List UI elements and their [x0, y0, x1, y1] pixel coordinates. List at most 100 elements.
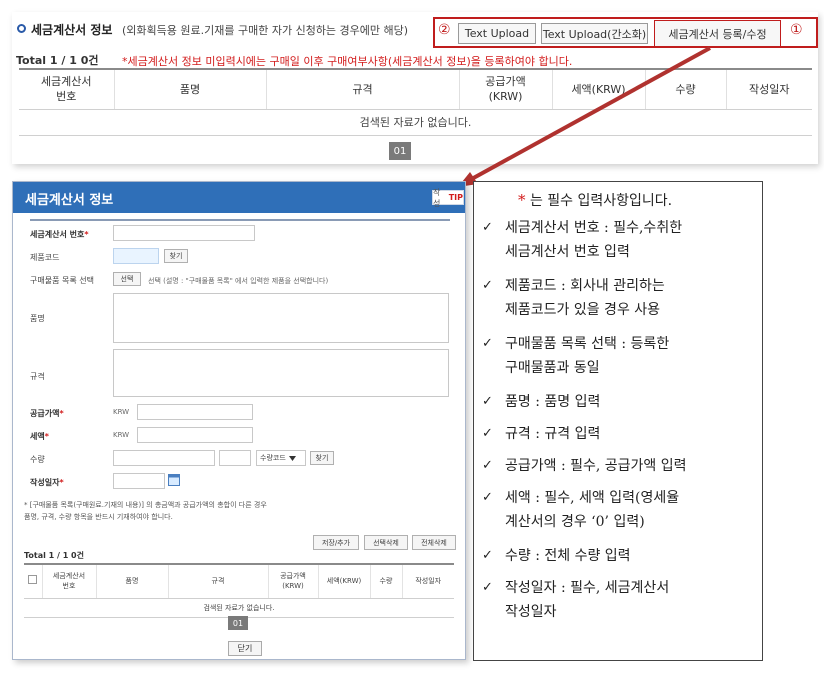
text-upload-simple-button[interactable]: Text Upload(간소화)	[541, 23, 648, 44]
field-description-box: * 는 필수 입력사항입니다. ✓ 세금계산서 번호 : 필수,수취한 세금계산…	[473, 181, 763, 661]
check-icon: ✓	[482, 490, 493, 505]
description-item: ✓ 수량 : 전체 수량 입력	[482, 544, 758, 568]
label-supply-amount: 공급가액*	[30, 408, 64, 419]
col-header-tax-amount: 세액(KRW)	[318, 563, 371, 599]
label-write-date: 작성일자*	[30, 477, 64, 488]
description-item: ✓ 규격 : 규격 입력	[482, 422, 758, 446]
description-line: 수량 : 전체 수량 입력	[505, 548, 631, 564]
col-header-write-date: 작성일자	[726, 68, 812, 110]
item-name-textarea[interactable]	[113, 293, 449, 343]
circle-bullet-icon	[17, 24, 26, 33]
description-item: ✓ 공급가액 : 필수, 공급가액 입력	[482, 454, 758, 478]
col-header-invoice-no: 세금계산서 번호	[42, 563, 97, 599]
calendar-icon[interactable]	[168, 473, 180, 486]
required-star: *	[84, 230, 89, 239]
help-tip-button[interactable]: 작성 TIP	[432, 188, 464, 208]
form-divider	[30, 219, 450, 221]
description-line: 규격 : 규격 입력	[505, 426, 601, 442]
delete-selected-button[interactable]: 선택삭제	[364, 535, 408, 550]
tax-invoice-list-panel: 세금계산서 정보 (외화획득용 원료.기재를 구매한 자가 신청하는 경우에만 …	[12, 12, 818, 164]
check-icon: ✓	[482, 548, 493, 563]
register-edit-button[interactable]: 세금계산서 등록/수정	[654, 20, 781, 47]
save-add-button[interactable]: 저장/추가	[313, 535, 359, 550]
quantity-sub-input[interactable]	[219, 450, 251, 466]
col-header-write-date: 작성일자	[402, 563, 454, 599]
label-quantity: 수량	[30, 455, 45, 464]
label-product-code: 제품코드	[30, 253, 60, 262]
dialog-page-number-button[interactable]: 01	[228, 616, 248, 630]
check-icon: ✓	[482, 580, 493, 595]
select-description: 선택 (설명 : "구매물품 목록" 에서 입력한 제품을 선택합니다)	[148, 277, 329, 285]
description-line: 작성일자 : 필수, 세금계산서	[505, 580, 670, 596]
label-purchase-select: 구매물품 목록 선택	[30, 276, 94, 285]
description-item: ✓ 세금계산서 번호 : 필수,수취한 세금계산서 번호 입력	[482, 216, 758, 264]
tax-currency: KRW	[113, 431, 130, 439]
supply-amount-input[interactable]	[137, 404, 253, 420]
description-line: 제품코드 : 회사내 관리하는	[505, 278, 665, 294]
empty-message: 검색된 자료가 없습니다.	[24, 598, 454, 618]
required-star: *	[59, 409, 64, 418]
table-row: 검색된 자료가 없습니다.	[19, 109, 812, 136]
invoice-no-input[interactable]	[113, 225, 255, 241]
select-purchase-button[interactable]: 선택	[113, 272, 141, 286]
total-count: Total 1 / 1 0건	[16, 54, 99, 67]
text-upload-button[interactable]: Text Upload	[458, 23, 536, 44]
delete-all-button[interactable]: 전체삭제	[412, 535, 456, 550]
quantity-unit-select[interactable]: 수량코드	[256, 450, 306, 466]
section-title: 세금계산서 정보	[31, 23, 113, 37]
description-item: ✓ 품명 : 품명 입력	[482, 390, 758, 414]
form-note-line-1: * [구매물품 목록(구매원료.기재의 내용)] 의 총금액과 공급가액의 총합…	[24, 501, 267, 509]
col-header-tax-amount: 세액(KRW)	[552, 68, 646, 110]
required-star: *	[518, 191, 526, 209]
description-line: 공급가액 : 필수, 공급가액 입력	[505, 458, 687, 474]
quantity-unit-value: 수량코드	[260, 454, 286, 462]
label-invoice-no-text: 세금계산서 번호	[30, 230, 85, 239]
col-header-checkbox	[24, 563, 43, 599]
description-heading-text: 는 필수 입력사항입니다.	[529, 193, 673, 209]
section-note: (외화획득용 원료.기재를 구매한 자가 신청하는 경우에만 해당)	[122, 24, 409, 37]
select-all-checkbox[interactable]	[28, 575, 38, 585]
description-item: ✓ 작성일자 : 필수, 세금계산서 작성일자	[482, 576, 758, 624]
table-row: 검색된 자료가 없습니다.	[24, 598, 454, 618]
check-icon: ✓	[482, 426, 493, 441]
close-button[interactable]: 닫기	[228, 641, 262, 656]
required-star: *	[44, 432, 49, 441]
col-header-item-name: 품명	[114, 68, 267, 110]
description-heading: * 는 필수 입력사항입니다.	[518, 190, 672, 210]
check-icon: ✓	[482, 336, 493, 351]
panel-header: 세금계산서 정보 (외화획득용 원료.기재를 구매한 자가 신청하는 경우에만 …	[12, 12, 818, 48]
empty-message: 검색된 자료가 없습니다.	[19, 109, 812, 136]
col-header-spec: 규격	[168, 563, 269, 599]
help-tip-badge: TIP	[448, 193, 463, 202]
warning-text: *세금계산서 정보 미입력시에는 구매일 이후 구매여부사항(세금계산서 정보)…	[122, 55, 573, 68]
dialog-invoice-table: 세금계산서 번호 품명 규격 공급가액 (KRW) 세액(KRW) 수량 작성일…	[24, 563, 454, 618]
description-line: 세금계산서 번호 입력	[505, 244, 630, 260]
quantity-input[interactable]	[113, 450, 215, 466]
col-header-supply-amount: 공급가액 (KRW)	[268, 563, 319, 599]
label-tax-amount: 세액*	[30, 431, 49, 442]
label-write-date-text: 작성일자	[30, 478, 60, 487]
dialog-total-count: Total 1 / 1 0건	[24, 551, 84, 560]
label-supply-amount-text: 공급가액	[30, 409, 60, 418]
page-number-button[interactable]: 01	[389, 142, 411, 160]
label-tax-amount-text: 세액	[30, 432, 45, 441]
find-unit-button[interactable]: 찾기	[310, 451, 334, 465]
tax-invoice-table: 세금계산서 번호 품명 규격 공급가액 (KRW) 세액(KRW) 수량 작성일…	[19, 68, 812, 136]
spec-textarea[interactable]	[113, 349, 449, 397]
find-product-button[interactable]: 찾기	[164, 249, 188, 263]
chevron-down-icon	[288, 455, 296, 461]
form-note-line-2: 품명, 규격, 수량 항목을 반드시 기재하여야 합니다.	[24, 513, 173, 521]
description-line: 세금계산서 번호 : 필수,수취한	[505, 220, 683, 236]
description-line: 제품코드가 있을 경우 사용	[505, 302, 661, 318]
label-item-name: 품명	[30, 314, 45, 323]
callout-number-1: ①	[790, 22, 803, 38]
col-header-spec: 규격	[266, 68, 460, 110]
dialog-header: 세금계산서 정보 작성 TIP	[13, 182, 465, 213]
col-header-quantity: 수량	[645, 68, 727, 110]
col-header-invoice-no: 세금계산서 번호	[19, 68, 115, 110]
check-icon: ✓	[482, 458, 493, 473]
col-header-supply-amount: 공급가액 (KRW)	[459, 68, 553, 110]
product-code-input[interactable]	[113, 248, 159, 264]
tax-amount-input[interactable]	[137, 427, 253, 443]
write-date-input[interactable]	[113, 473, 165, 489]
